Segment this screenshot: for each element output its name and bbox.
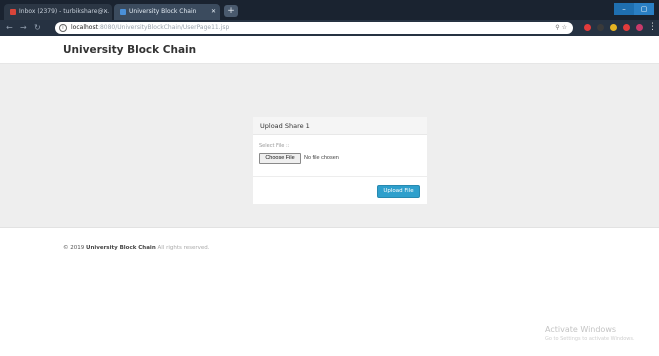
- browser-tab-active[interactable]: University Block Chain ✕: [114, 4, 220, 20]
- maximize-icon[interactable]: ▢: [634, 3, 654, 15]
- card-footer: Upload File: [253, 176, 427, 204]
- extension-icon[interactable]: [623, 24, 630, 31]
- tab-label: Inbox (2379) - turbikshare@...: [19, 8, 110, 15]
- watermark-subtitle: Go to Settings to activate Windows.: [545, 336, 635, 342]
- star-icon[interactable]: ☆: [562, 24, 567, 31]
- choose-file-button[interactable]: Choose File: [259, 153, 301, 164]
- back-arrow-icon[interactable]: ←: [6, 23, 13, 33]
- address-bar[interactable]: i localhost:8080/UniversityBlockChain/Us…: [55, 22, 573, 34]
- tab-label: University Block Chain: [129, 8, 197, 15]
- close-icon[interactable]: ✕: [103, 4, 108, 20]
- gmail-icon: [10, 8, 16, 15]
- footer-org: University Block Chain: [86, 245, 156, 251]
- search-icon[interactable]: ⚲: [555, 24, 559, 31]
- site-brand[interactable]: University Block Chain: [63, 44, 196, 56]
- select-file-label: Select File ::: [259, 143, 290, 149]
- footer-rights: All rights reserved.: [157, 245, 210, 251]
- browser-toolbar: ← → ↻ i localhost:8080/UniversityBlockCh…: [0, 20, 659, 36]
- minimize-icon[interactable]: –: [614, 3, 634, 15]
- close-icon[interactable]: ✕: [211, 4, 216, 20]
- card-title: Upload Share 1: [260, 122, 310, 130]
- activation-watermark: Activate Windows Go to Settings to activ…: [545, 325, 635, 343]
- copyright-text: © 2019: [63, 245, 85, 251]
- new-tab-icon[interactable]: +: [224, 5, 238, 17]
- browser-tab-inbox[interactable]: Inbox (2379) - turbikshare@... ✕: [4, 4, 112, 20]
- reload-icon[interactable]: ↻: [34, 23, 41, 33]
- card-header: Upload Share 1: [253, 117, 427, 135]
- address-url: localhost:8080/UniversityBlockChain/User…: [71, 24, 230, 31]
- upload-card: Upload Share 1 Select File :: Choose Fil…: [253, 117, 427, 204]
- menu-icon[interactable]: ⋮: [648, 22, 657, 32]
- browser-tab-strip: Inbox (2379) - turbikshare@... ✕ Univers…: [0, 0, 659, 20]
- info-icon[interactable]: i: [59, 24, 67, 32]
- extension-icon[interactable]: [636, 24, 643, 31]
- site-header: University Block Chain: [0, 36, 659, 64]
- watermark-title: Activate Windows: [545, 325, 617, 334]
- page-favicon-icon: [120, 8, 126, 15]
- extension-icon[interactable]: [584, 24, 591, 31]
- upload-file-button[interactable]: Upload File: [377, 185, 420, 198]
- forward-arrow-icon[interactable]: →: [20, 23, 27, 33]
- zoom-and-star-icons[interactable]: ⚲ ☆: [555, 22, 567, 34]
- site-footer: © 2019 University Block Chain All rights…: [63, 245, 210, 251]
- file-status-text: No file chosen: [304, 155, 339, 161]
- screen: Inbox (2379) - turbikshare@... ✕ Univers…: [0, 0, 659, 356]
- extension-icon[interactable]: [610, 24, 617, 31]
- extension-icon[interactable]: [597, 24, 604, 31]
